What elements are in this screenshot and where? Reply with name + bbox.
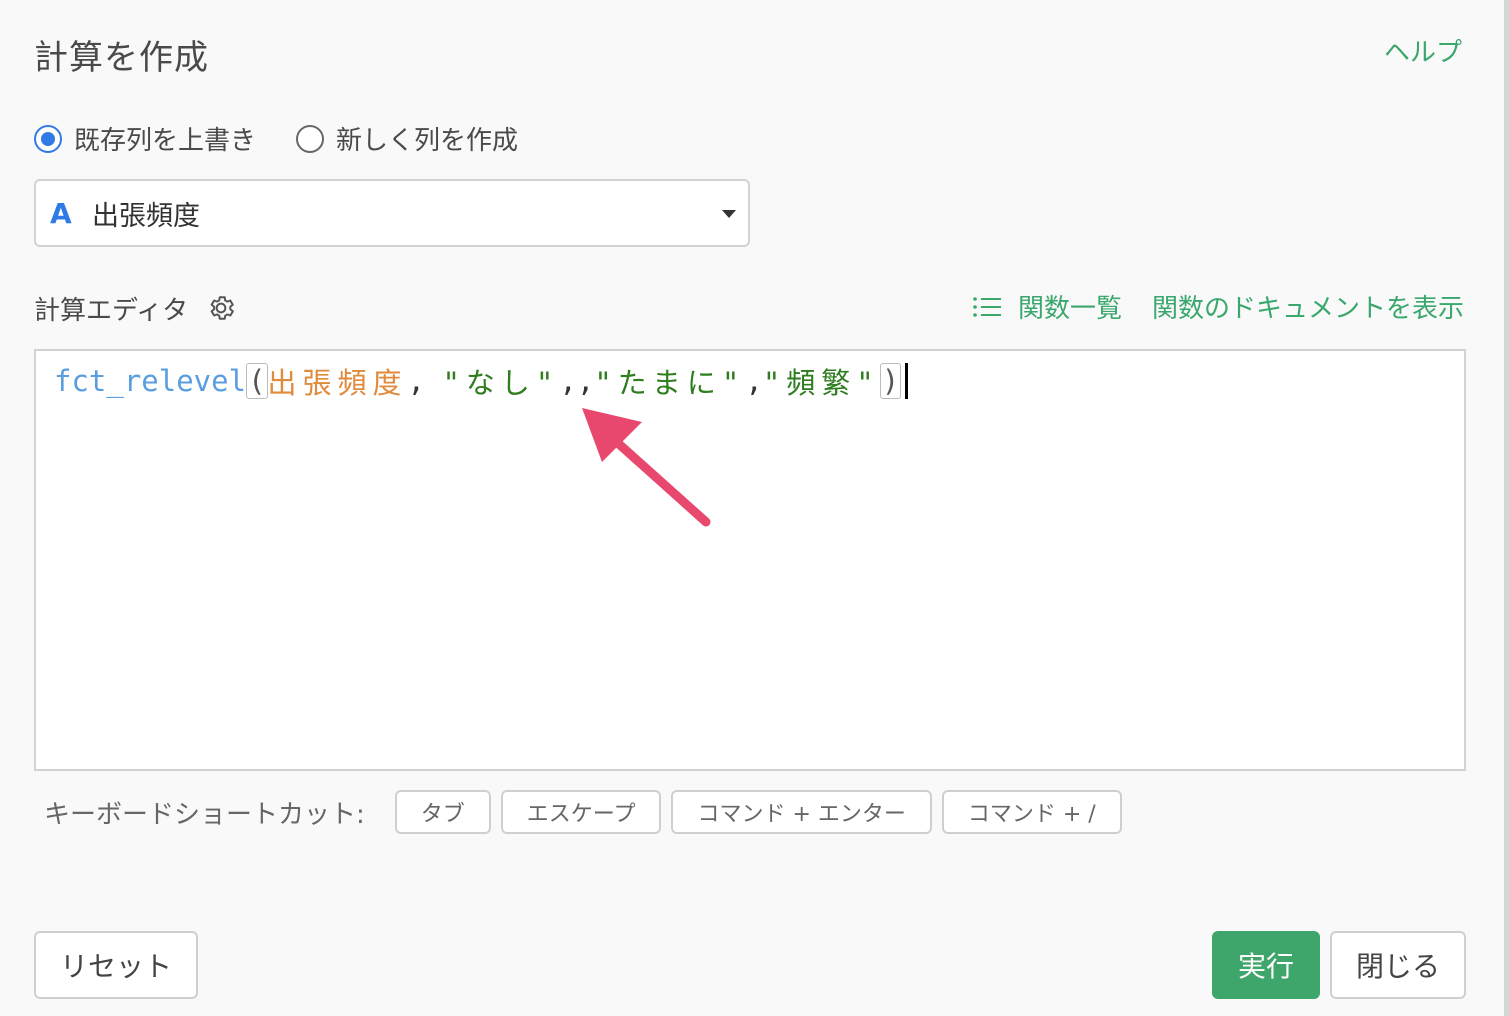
column-select[interactable]: A 出張頻度 — [34, 179, 750, 247]
close-button[interactable]: 閉じる — [1330, 931, 1466, 999]
radio-button-checked[interactable] — [34, 124, 62, 153]
run-button[interactable]: 実行 — [1212, 931, 1320, 999]
code-close-paren: ) — [879, 363, 902, 399]
code-string-arg: "なし" — [442, 366, 560, 400]
column-select-value: 出張頻度 — [92, 200, 200, 232]
editor-links: 関数一覧 関数のドキュメントを表示 — [972, 288, 1464, 325]
shortcut-escape[interactable]: エスケープ — [500, 790, 662, 834]
editor-label: 計算エディタ — [34, 295, 189, 326]
docs-link[interactable]: 関数のドキュメントを表示 — [1152, 288, 1464, 325]
text-type-icon: A — [50, 196, 72, 230]
create-calculation-dialog: 計算を作成 ヘルプ 既存列を上書き 新しく列を作成 A 出張頻度 計算エディタ — [0, 0, 1510, 1016]
mode-radio-group: 既存列を上書き 新しく列を作成 — [34, 120, 518, 157]
function-list-label: 関数一覧 — [1017, 294, 1122, 324]
code-function: fct_relevel — [54, 364, 247, 398]
code-separator: ,, — [559, 364, 595, 398]
text-cursor — [905, 363, 909, 399]
calculation-editor[interactable]: fct_relevel(出張頻度, "なし",, "たまに", "頻繁") — [34, 349, 1466, 771]
code-string-arg: "頻繁" — [762, 366, 880, 400]
reset-button[interactable]: リセット — [34, 931, 198, 999]
help-link[interactable]: ヘルプ — [1384, 32, 1462, 69]
shortcuts-label: キーボードショートカット: — [44, 799, 365, 830]
gear-icon[interactable] — [206, 293, 236, 323]
function-list-link[interactable]: 関数一覧 — [972, 288, 1122, 325]
overwrite-column-label: 既存列を上書き — [74, 126, 257, 156]
code-string-arg: "たまに" — [594, 366, 746, 400]
code-separator: , — [745, 364, 763, 398]
dialog-title: 計算を作成 — [34, 38, 209, 78]
overwrite-column-option[interactable]: 既存列を上書き — [34, 120, 256, 157]
keyboard-shortcuts: キーボードショートカット: タブ エスケープ コマンド + エンター コマンド … — [44, 790, 1122, 834]
editor-header: 計算エディタ 関数一覧 関数のドキュメントを表示 — [34, 288, 1464, 328]
radio-button-unchecked[interactable] — [296, 124, 325, 153]
code-column: 出張頻度 — [267, 366, 408, 400]
code-separator: , — [407, 364, 443, 398]
shortcut-tab[interactable]: タブ — [394, 790, 491, 834]
code-line: fct_relevel(出張頻度, "なし",, "たまに", "頻繁") — [54, 363, 909, 400]
new-column-option[interactable]: 新しく列を作成 — [296, 120, 518, 157]
shortcut-command-slash[interactable]: コマンド + / — [941, 790, 1122, 834]
list-icon — [973, 296, 1001, 317]
new-column-label: 新しく列を作成 — [336, 126, 519, 156]
code-open-paren: ( — [246, 363, 268, 399]
shortcut-command-enter[interactable]: コマンド + エンター — [671, 790, 932, 834]
chevron-down-icon — [722, 210, 736, 218]
